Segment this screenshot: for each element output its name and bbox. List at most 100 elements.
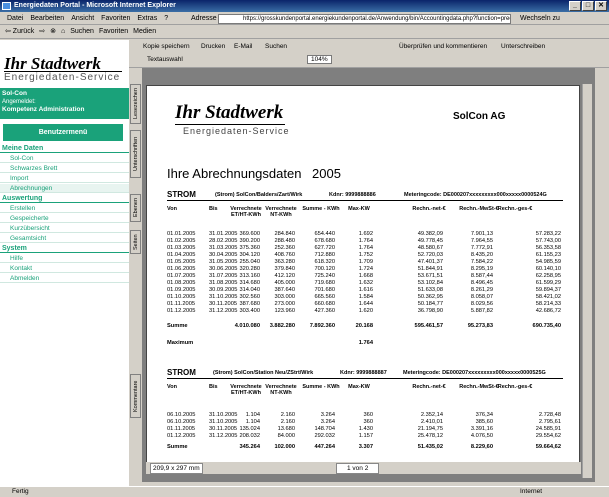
tab-seiten[interactable]: Seiten [130,230,141,254]
block2-row2-cell-2: 135.024 [239,426,260,432]
nav-hilfe[interactable]: Hilfe [0,254,129,263]
block1-row7-cell-4: 719.680 [314,280,335,286]
pdf-save-button[interactable]: Kopie speichern [143,43,190,50]
block2-row0-cell-7: 376,34 [475,412,493,418]
block1-sum-cell-4: 7.892.360 [309,323,335,329]
benutzermenu-header[interactable]: Benutzermenü [3,124,123,141]
block1-row5-cell-5: 1.724 [358,266,373,272]
search-button[interactable]: Suchen [70,28,94,35]
menu-ansicht[interactable]: Ansicht [71,15,94,22]
menu-favoriten[interactable]: Favoriten [101,15,130,22]
menu-extras[interactable]: Extras [137,15,157,22]
block1-row10-cell-7: 8.029,56 [470,301,493,307]
nav-schwarzes-brett[interactable]: Schwarzes Brett [0,164,129,173]
block2-row1-cell-1: 31.10.2005 [209,419,238,425]
tab-kommentare[interactable]: Kommentare [130,374,141,418]
block2-label: STROM [167,368,196,377]
block2-row3-cell-0: 01.12.2005 [167,433,196,439]
block1-row9-cell-7: 8.058,07 [470,294,493,300]
forward-button[interactable]: ⇨ [39,28,45,35]
pdf-review-button[interactable]: Überprüfen und kommentieren [399,43,487,50]
block1-row6-cell-5: 1.668 [358,273,373,279]
maximize-button[interactable]: □ [582,1,594,11]
block1-col-0: Von [167,206,177,212]
nav-gespeicherte[interactable]: Gespeicherte [0,214,129,223]
block2-row0-cell-3: 2.160 [280,412,295,418]
user-role: Angemeldet: [2,99,36,105]
pdf-sign-button[interactable]: Unterschreiben [501,43,545,50]
block2-row1-cell-4: 3.264 [320,419,335,425]
block2-col-1: Bis [209,384,218,390]
user-name: Sol-Con [2,90,27,97]
block1-row2-cell-0: 01.03.2005 [167,245,196,251]
minimize-button[interactable]: _ [569,1,581,11]
block2-row2-cell-3: 13.680 [277,426,295,432]
block2-sum-cell-3: 102.000 [274,444,295,450]
block2-sum-cell-8: 59.664,62 [535,444,561,450]
stop-button[interactable]: ⊗ [50,28,56,35]
pdf-print-button[interactable]: Drucken [201,43,225,50]
nav-kurzuebersicht[interactable]: Kurzübersicht [0,224,129,233]
favorites-button[interactable]: Favoriten [99,28,128,35]
block1-row10-cell-0: 01.11.2005 [167,301,196,307]
nav-sol-con[interactable]: Sol-Con [0,154,129,163]
pdf-zoom-field[interactable]: 104% [307,55,332,64]
block2-row1-cell-7: 385,60 [475,419,493,425]
block1-row9-cell-4: 665.560 [314,294,335,300]
block1-col-3: Verrechnete NT-KWh [265,206,297,218]
back-button[interactable]: ⇦ Zurück [5,28,34,35]
page-size-label: 209,9 x 297 mm [150,463,203,474]
tab-lesezeichen[interactable]: Lesezeichen [130,84,141,124]
tab-unterschriften[interactable]: Unterschriften [130,130,141,178]
close-button[interactable]: ✕ [595,1,607,11]
nav-abmelden[interactable]: Abmelden [0,274,129,283]
block1-row10-cell-4: 660.680 [314,301,335,307]
block1-row10-cell-8: 58.214,33 [535,301,561,307]
block1-row0-cell-6: 49.382,09 [417,231,443,237]
block1-row9-cell-2: 302.560 [239,294,260,300]
home-button[interactable]: ⌂ [61,28,65,35]
pdf-email-button[interactable]: E-Mail [234,43,252,50]
block1-row7-cell-5: 1.632 [358,280,373,286]
block2-row2-cell-4: 148.704 [314,426,335,432]
menu-datei[interactable]: Datei [7,15,23,22]
menu-bearbeiten[interactable]: Bearbeiten [30,15,64,22]
block2-sum-cell-7: 8.229,60 [470,444,493,450]
block2-row0-cell-5: 360 [363,412,374,418]
block2-row3-cell-6: 25.478,12 [417,433,443,439]
nav-abrechnungen[interactable]: Abrechnungen [0,184,129,193]
nav-gesamtsicht[interactable]: Gesamtsicht [0,234,129,243]
block1-row9-cell-0: 01.10.2005 [167,294,196,300]
block1-sum-cell-2: 4.010.080 [234,323,260,329]
block1-row1-cell-4: 678.680 [314,238,335,244]
block1-row6-cell-2: 313.160 [239,273,260,279]
page-nav-field[interactable]: 1 von 2 [336,463,380,474]
block1-row11-cell-1: 31.12.2005 [209,308,238,314]
block1-row7-cell-3: 405.000 [274,280,295,286]
block2-row1-cell-8: 2.795,61 [538,419,561,425]
block1-row10-cell-6: 50.184,77 [417,301,443,307]
block2-row1-cell-2: 1.104 [245,419,260,425]
block2-row0-cell-4: 3.264 [320,412,335,418]
pdf-textselect-tool[interactable]: Textauswahl [147,56,183,63]
block1-row1-cell-1: 28.02.2005 [209,238,238,244]
nav-erstellen[interactable]: Erstellen [0,204,129,213]
go-button[interactable]: Wechseln zu [520,14,560,24]
block1-sum-cell-3: 3.882.280 [269,323,295,329]
block1-col-7: Rechn.-MwSt-€ [459,206,499,212]
menu-help[interactable]: ? [164,15,168,22]
block1-col-6: Rechn.-net-€ [412,206,446,212]
tab-ebenen[interactable]: Ebenen [130,194,141,222]
block2-col-0: Von [167,384,177,390]
block1-row5-cell-2: 320.280 [239,266,260,272]
block1-row11-cell-7: 5.887,82 [470,308,493,314]
nav-kontakt[interactable]: Kontakt [0,264,129,273]
address-label: Adresse [191,15,217,22]
nav-import[interactable]: Import [0,174,129,183]
pdf-vertical-scrollbar[interactable] [582,84,592,478]
pdf-search-button[interactable]: Suchen [265,43,287,50]
section-auswertung: Auswertung [0,194,129,203]
media-button[interactable]: Medien [133,28,156,35]
block2-col-4: Summe - KWh [302,384,340,390]
address-input[interactable]: https://grosskundenportal.energiekundenp… [218,14,511,24]
